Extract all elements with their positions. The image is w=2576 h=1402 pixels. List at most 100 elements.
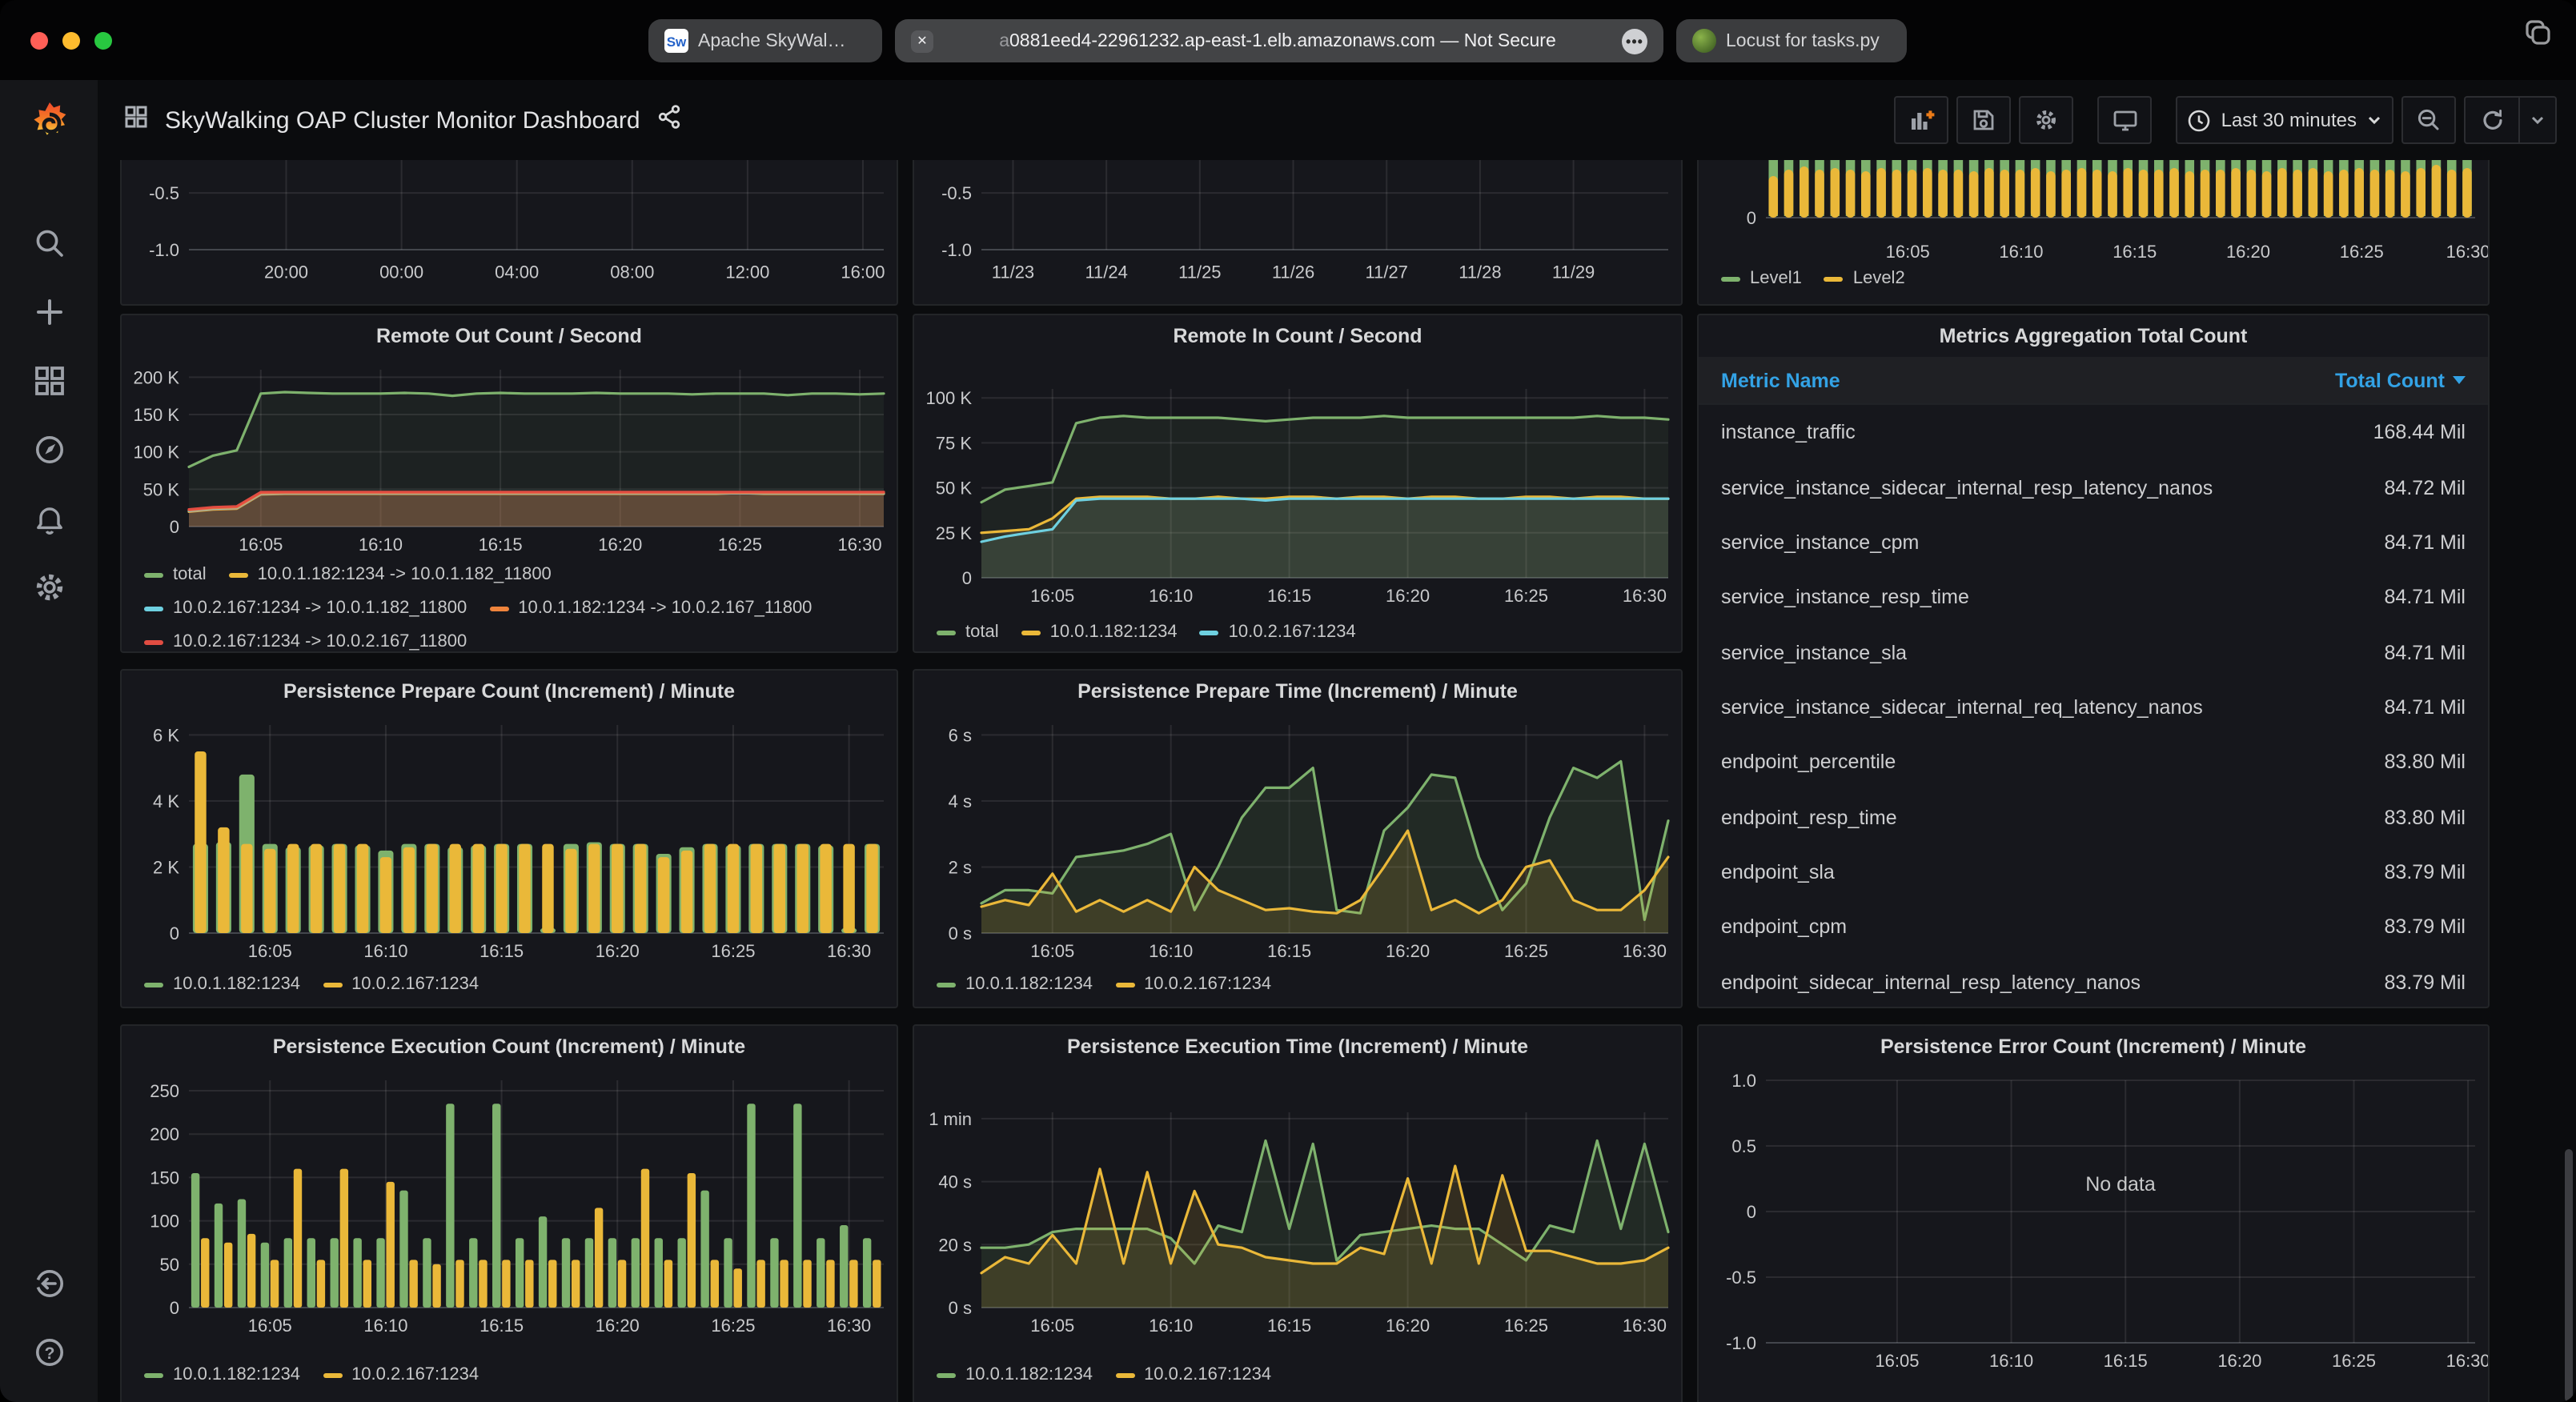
tab-overview-icon[interactable] [2522,16,2554,56]
browser-chrome: Sw Apache SkyWalki... ✕ a0881eed4-229612… [0,0,2576,80]
zoom-out-button[interactable] [2401,96,2456,144]
create-icon[interactable] [22,285,76,339]
panel-title[interactable]: Persistence Error Count (Increment) / Mi… [1699,1026,2488,1068]
legend-item[interactable]: total [144,559,207,592]
svg-text:00:00: 00:00 [379,262,423,282]
refresh-interval-dropdown[interactable] [2518,96,2557,144]
svg-text:16:30: 16:30 [838,535,882,555]
panel-title[interactable]: Metrics Aggregation Total Count [1699,315,2488,357]
svg-text:6 K: 6 K [153,725,179,745]
svg-text:16:05: 16:05 [239,535,283,555]
svg-text:16:05: 16:05 [1030,941,1074,961]
close-tab-icon[interactable]: ✕ [911,30,933,52]
tab-apache-skywalking[interactable]: Sw Apache SkyWalki... [648,19,882,62]
sign-in-icon[interactable] [22,1256,76,1311]
time-range-picker[interactable]: Last 30 minutes [2177,96,2393,144]
panel-title[interactable]: Remote In Count / Second [914,315,1681,357]
grafana-logo-icon[interactable] [22,98,76,152]
total-count-cell: 83.79 Mil [2385,971,2466,994]
tab-locust[interactable]: Locust for tasks.py [1676,19,1907,62]
legend-item[interactable]: Level2 [1824,262,1905,296]
legend-item[interactable]: 10.0.2.167:1234 [323,1359,479,1392]
refresh-button[interactable] [2464,96,2518,144]
svg-text:16:05: 16:05 [248,941,292,961]
svg-text:16:25: 16:25 [1504,1316,1548,1336]
dashboards-icon[interactable] [22,354,76,408]
svg-text:150: 150 [150,1168,179,1188]
svg-text:0: 0 [170,923,179,943]
dashboard-settings-button[interactable] [2020,96,2074,144]
svg-text:16:15: 16:15 [479,941,524,961]
scrollbar-thumb[interactable] [2565,1149,2573,1402]
alerting-icon[interactable] [22,491,76,546]
svg-text:16:20: 16:20 [596,941,640,961]
minimize-window-button[interactable] [62,31,80,49]
configuration-icon[interactable] [22,560,76,615]
svg-text:04:00: 04:00 [495,262,539,282]
chevron-down-icon [2366,112,2382,128]
svg-text:16:15: 16:15 [2113,242,2157,262]
legend-item[interactable]: 10.0.2.167:1234 [1115,1359,1271,1392]
panel-prepare-time: Persistence Prepare Time (Increment) / M… [913,669,1683,1008]
svg-text:16:10: 16:10 [1989,1351,2033,1371]
svg-text:6 s: 6 s [949,725,972,745]
cycle-view-mode-button[interactable] [2098,96,2153,144]
svg-text:16:25: 16:25 [711,1316,755,1336]
legend-item[interactable]: 10.0.1.182:1234 -> 10.0.1.182_11800 [229,559,552,592]
panel-title[interactable]: Persistence Execution Count (Increment) … [122,1026,897,1068]
svg-text:2 K: 2 K [153,857,179,877]
close-window-button[interactable] [30,31,48,49]
legend-item[interactable]: 10.0.1.182:1234 [937,968,1093,1002]
legend-item[interactable]: 10.0.1.182:1234 [144,1359,300,1392]
add-panel-button[interactable] [1895,96,1949,144]
total-count-cell: 84.71 Mil [2385,587,2466,609]
panel-title[interactable]: Remote Out Count / Second [122,315,897,357]
tab-url: a0881eed4-22961232.ap-east-1.elb.amazona… [943,31,1612,50]
column-header-total-count[interactable]: Total Count [2335,369,2466,391]
cutoff-middle-chart: 11/2311/2411/2511/2611/2711/2811/29-0.5-… [914,160,1681,306]
save-dashboard-button[interactable] [1957,96,2012,144]
legend: Level1 Level2 [1699,262,2488,296]
column-header-metric-name[interactable]: Metric Name [1721,369,1840,391]
legend-item[interactable]: 10.0.2.167:1234 -> 10.0.2.167_11800 [144,626,467,653]
remote-in-chart: 16:0516:1016:1516:2016:2516:30025 K50 K7… [914,357,1681,607]
total-count-cell: 83.80 Mil [2385,751,2466,774]
svg-text:200: 200 [150,1124,179,1144]
search-icon[interactable] [22,216,76,270]
page-title[interactable]: SkyWalking OAP Cluster Monitor Dashboard [165,106,640,134]
help-icon[interactable]: ? [22,1325,76,1380]
svg-text:16:10: 16:10 [1999,242,2043,262]
dashboard-squares-icon[interactable] [123,103,149,137]
legend-item[interactable]: 10.0.1.182:1234 [144,968,300,1002]
svg-text:16:20: 16:20 [2217,1351,2261,1371]
legend: 10.0.1.182:1234 10.0.2.167:1234 [122,1359,897,1392]
explore-icon[interactable] [22,423,76,477]
tab-options-icon[interactable]: ••• [1622,28,1647,54]
legend-item[interactable]: 10.0.1.182:1234 [937,1359,1093,1392]
panel-title[interactable]: Persistence Prepare Count (Increment) / … [122,671,897,712]
legend-item[interactable]: total [937,616,999,650]
legend-item[interactable]: 10.0.2.167:1234 [1115,968,1271,1002]
share-icon[interactable] [656,103,682,137]
svg-text:11/27: 11/27 [1366,262,1408,282]
exec-count-chart: 16:0516:1016:1516:2016:2516:300501001502… [122,1068,897,1336]
svg-text:200 K: 200 K [134,367,180,387]
panel-title[interactable]: Persistence Execution Time (Increment) /… [914,1026,1681,1068]
tab-grafana-dashboard[interactable]: ✕ a0881eed4-22961232.ap-east-1.elb.amazo… [895,19,1663,62]
legend-item[interactable]: 10.0.2.167:1234 -> 10.0.1.182_11800 [144,592,467,626]
panel-title[interactable]: Persistence Prepare Time (Increment) / M… [914,671,1681,712]
zoom-window-button[interactable] [94,31,112,49]
table-row: endpoint_percentile83.80 Mil [1699,735,2488,790]
legend-item[interactable]: 10.0.1.182:1234 -> 10.0.2.167_11800 [489,592,812,626]
legend-item[interactable]: Level1 [1721,262,1802,296]
svg-text:20:00: 20:00 [264,262,308,282]
panel-exec-count: Persistence Execution Count (Increment) … [120,1024,898,1402]
svg-text:16:10: 16:10 [359,535,403,555]
legend-item[interactable]: 10.0.2.167:1234 [1200,616,1356,650]
metric-name-cell: endpoint_sla [1721,861,1835,883]
table-header: Metric Name Total Count [1699,357,2488,405]
metric-name-cell: endpoint_sidecar_internal_resp_latency_n… [1721,971,2141,994]
legend-item[interactable]: 10.0.2.167:1234 [323,968,479,1002]
legend-item[interactable]: 10.0.1.182:1234 [1021,616,1178,650]
svg-text:16:05: 16:05 [1030,586,1074,606]
